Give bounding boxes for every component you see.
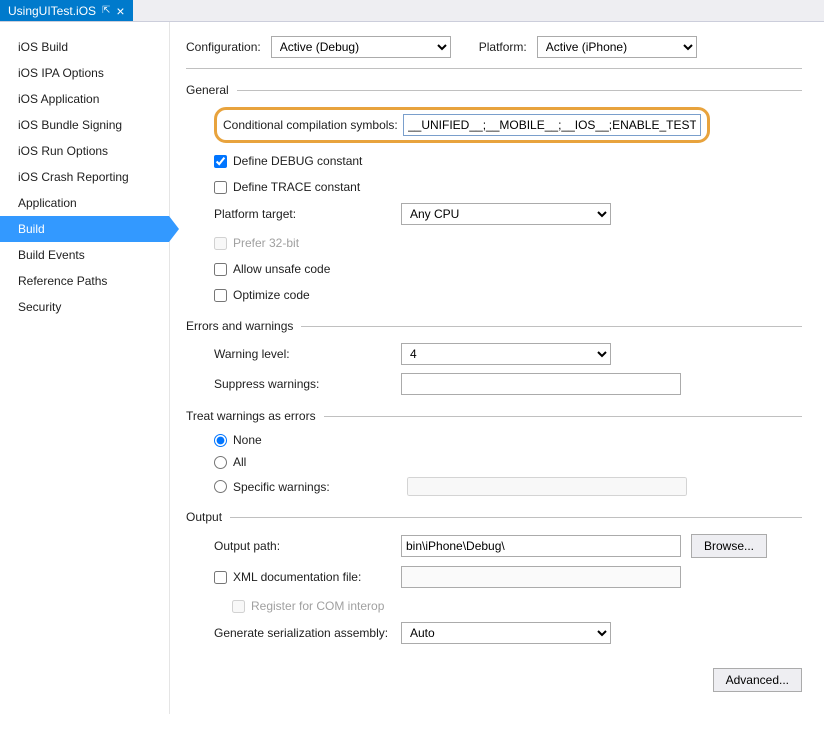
warning-level-label: Warning level: [186,347,401,361]
platform-target-label: Platform target: [186,207,401,221]
register-com-label: Register for COM interop [251,599,384,613]
sidebar-item-ios-crash-reporting[interactable]: iOS Crash Reporting [0,164,169,190]
sidebar-item-build[interactable]: Build [0,216,169,242]
treat-specific-label: Specific warnings: [233,480,401,494]
treat-specific-radio[interactable] [214,480,227,493]
optimize-code-label: Optimize code [233,288,310,302]
prefer-32bit-checkbox [214,237,227,250]
output-path-label: Output path: [186,539,401,553]
define-trace-label: Define TRACE constant [233,180,360,194]
section-line [237,90,802,91]
divider [186,68,802,69]
browse-button[interactable]: Browse... [691,534,767,558]
register-com-checkbox [232,600,245,613]
warning-level-select[interactable]: 4 [401,343,611,365]
conditional-symbols-label: Conditional compilation symbols: [223,118,403,132]
tab-title: UsingUITest.iOS [8,4,96,18]
suppress-warnings-input[interactable] [401,373,681,395]
tab-active[interactable]: UsingUITest.iOS ⇱ × [0,0,133,21]
suppress-warnings-label: Suppress warnings: [186,377,401,391]
sidebar-item-ios-build[interactable]: iOS Build [0,34,169,60]
sidebar-item-application[interactable]: Application [0,190,169,216]
output-path-input[interactable] [401,535,681,557]
treat-all-radio[interactable] [214,456,227,469]
section-general-title: General [186,83,229,97]
gen-serialization-select[interactable]: Auto [401,622,611,644]
sidebar-item-ios-run-options[interactable]: iOS Run Options [0,138,169,164]
prefer-32bit-label: Prefer 32-bit [233,236,299,250]
configuration-select[interactable]: Active (Debug) [271,36,451,58]
conditional-symbols-highlight: Conditional compilation symbols: [214,107,710,143]
tab-bar: UsingUITest.iOS ⇱ × [0,0,824,22]
close-icon[interactable]: × [116,4,124,18]
xml-doc-label: XML documentation file: [233,570,361,584]
sidebar-item-ios-bundle-signing[interactable]: iOS Bundle Signing [0,112,169,138]
configuration-label: Configuration: [186,40,261,54]
xml-doc-input [401,566,681,588]
section-errors-title: Errors and warnings [186,319,293,333]
xml-doc-checkbox[interactable] [214,571,227,584]
conditional-symbols-input[interactable] [403,114,701,136]
platform-label: Platform: [479,40,527,54]
platform-target-select[interactable]: Any CPU [401,203,611,225]
sidebar-item-ios-ipa[interactable]: iOS IPA Options [0,60,169,86]
allow-unsafe-label: Allow unsafe code [233,262,330,276]
sidebar-item-security[interactable]: Security [0,294,169,320]
define-trace-checkbox[interactable] [214,181,227,194]
sidebar: iOS Build iOS IPA Options iOS Applicatio… [0,22,170,714]
pin-icon[interactable]: ⇱ [102,5,110,16]
optimize-code-checkbox[interactable] [214,289,227,302]
advanced-button[interactable]: Advanced... [713,668,802,692]
define-debug-checkbox[interactable] [214,155,227,168]
treat-all-label: All [233,455,246,469]
sidebar-item-ios-application[interactable]: iOS Application [0,86,169,112]
sidebar-item-reference-paths[interactable]: Reference Paths [0,268,169,294]
section-treat-title: Treat warnings as errors [186,409,316,423]
section-line [324,416,802,417]
define-debug-label: Define DEBUG constant [233,154,362,168]
treat-specific-input [407,477,687,496]
section-output-title: Output [186,510,222,524]
allow-unsafe-checkbox[interactable] [214,263,227,276]
treat-none-label: None [233,433,262,447]
section-line [301,326,802,327]
section-line [230,517,802,518]
content-pane: Configuration: Active (Debug) Platform: … [170,22,824,714]
sidebar-item-build-events[interactable]: Build Events [0,242,169,268]
platform-select[interactable]: Active (iPhone) [537,36,697,58]
treat-none-radio[interactable] [214,434,227,447]
gen-serialization-label: Generate serialization assembly: [186,626,401,640]
